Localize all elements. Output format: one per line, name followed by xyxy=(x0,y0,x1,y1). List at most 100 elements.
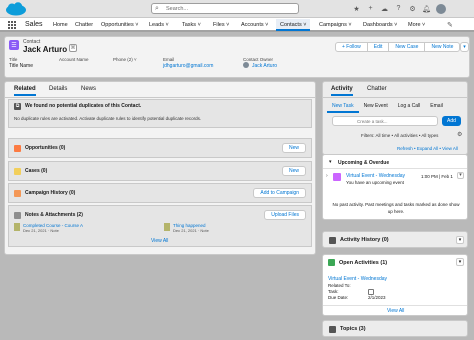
new-event-tab[interactable]: New Event xyxy=(359,101,393,113)
app-navigation: Sales Home Chatter Opportunities ˅ Leads… xyxy=(0,18,474,32)
topics-title[interactable]: Topics (3) xyxy=(340,326,366,332)
salesforce-logo[interactable] xyxy=(5,2,27,16)
field-value-owner[interactable]: Jack Arturo xyxy=(252,63,277,69)
field-label-owner: Contact Owner xyxy=(243,57,274,62)
related-list-campaign-history: Campaign History (0) Add to Campaign xyxy=(8,183,312,203)
task-placeholder: Create a task... xyxy=(357,119,388,124)
new-note-button[interactable]: New Note xyxy=(424,42,461,52)
history-icon xyxy=(329,237,336,244)
help-icon[interactable]: ? xyxy=(394,4,403,13)
related-list-title[interactable]: Notes & Attachments (2) xyxy=(25,212,83,218)
trailhead-icon[interactable]: ☁ xyxy=(380,4,389,13)
add-to-campaign-button[interactable]: Add to Campaign xyxy=(253,188,306,198)
nav-item-tasks[interactable]: Tasks ˅ xyxy=(182,22,201,28)
collapse-chevron-icon[interactable]: ▾ xyxy=(329,159,332,165)
tab-details[interactable]: Details xyxy=(49,86,67,92)
new-case-button[interactable]: New Case xyxy=(388,42,426,52)
history-menu-chevron-icon[interactable]: ▾ xyxy=(456,236,464,244)
search-icon: ⌕ xyxy=(155,5,159,12)
contact-icon: ☰ xyxy=(9,40,19,50)
notes-view-all-link[interactable]: View All xyxy=(151,238,168,244)
divider xyxy=(323,168,467,169)
nav-item-opportunities[interactable]: Opportunities ˅ xyxy=(101,22,138,28)
record-header: ☰ Contact Jack Arturo ⌘ + Follow Edit Ne… xyxy=(4,36,470,78)
open-activities-title[interactable]: Open Activities (1) xyxy=(339,260,387,266)
opportunity-icon xyxy=(14,145,21,152)
expand-chevron-icon[interactable]: › xyxy=(326,173,328,179)
nav-item-more[interactable]: More ˅ xyxy=(408,22,425,28)
new-case-related-button[interactable]: New xyxy=(281,166,306,176)
case-icon xyxy=(14,168,21,175)
related-list-title[interactable]: Campaign History (0) xyxy=(25,190,75,196)
tab-news[interactable]: News xyxy=(81,86,96,92)
favorites-icon[interactable]: ★ xyxy=(352,4,361,13)
nav-item-files[interactable]: Files ˅ xyxy=(213,22,229,28)
nav-item-campaigns[interactable]: Campaigns ˅ xyxy=(319,22,352,28)
global-search-input[interactable]: ⌕ Search... xyxy=(151,3,299,14)
email-tab[interactable]: Email xyxy=(425,101,448,113)
user-avatar[interactable] xyxy=(436,3,446,14)
new-task-tab[interactable]: New Task xyxy=(327,101,359,113)
note-icon xyxy=(14,223,20,231)
create-task-input[interactable]: Create a task... xyxy=(332,116,438,126)
upcoming-overdue-section: ▾ Upcoming & Overdue › Virtual Event - W… xyxy=(322,154,468,220)
event-title-link[interactable]: Virtual Event - Wednesday xyxy=(346,173,405,179)
app-launcher-icon[interactable] xyxy=(8,21,16,29)
notes-icon xyxy=(14,212,21,219)
field-label-account: Account Name xyxy=(59,57,89,62)
related-list-title[interactable]: Opportunities (0) xyxy=(25,145,65,151)
upload-files-button[interactable]: Upload Files xyxy=(264,210,306,220)
campaign-icon xyxy=(14,190,21,197)
activity-tabs: Activity Chatter xyxy=(323,82,467,98)
open-activities-menu-chevron-icon[interactable]: ▾ xyxy=(456,258,464,266)
add-task-button[interactable]: Add xyxy=(442,116,461,126)
due-date-value: 2/1/2023 xyxy=(368,295,386,300)
field-label-title: Title xyxy=(9,57,18,62)
event-icon xyxy=(333,173,341,181)
nav-item-dashboards[interactable]: Dashboards ˅ xyxy=(363,22,397,28)
more-actions-chevron-icon[interactable]: ▾ xyxy=(460,42,469,52)
open-event-link[interactable]: Virtual Event - Wednesday xyxy=(328,276,387,282)
topics-icon xyxy=(329,326,336,333)
tab-activity[interactable]: Activity xyxy=(331,86,353,96)
record-name: Jack Arturo xyxy=(23,45,68,54)
open-activities-card: Open Activities (1) ▾ Virtual Event - We… xyxy=(322,254,468,316)
open-activities-view-all-link[interactable]: View All xyxy=(387,308,404,314)
activity-history-title[interactable]: Activity History (0) xyxy=(340,237,389,243)
duplicate-body: No duplicate rules are activated. Activa… xyxy=(14,116,202,121)
duplicate-icon: ⧉ xyxy=(14,103,21,110)
activity-history-card: Activity History (0) ▾ xyxy=(322,231,468,248)
left-tabs: Related Details News xyxy=(5,82,315,98)
activity-quick-actions: New Task New Event Log a Call Email xyxy=(327,101,448,113)
activity-links[interactable]: Refresh • Expand All • View All xyxy=(397,146,458,151)
nav-item-home[interactable]: Home xyxy=(53,22,68,28)
tab-chatter[interactable]: Chatter xyxy=(367,86,387,92)
event-description: You have an upcoming event xyxy=(346,180,404,185)
nav-item-chatter[interactable]: Chatter xyxy=(75,22,93,28)
field-value-email[interactable]: jdhgarturo@gmail.com xyxy=(163,63,213,69)
duplicate-title: We found no potential duplicates of this… xyxy=(25,103,142,109)
follow-button[interactable]: + Follow xyxy=(335,42,368,52)
related-list-title[interactable]: Cases (0) xyxy=(25,168,47,174)
event-menu-chevron-icon[interactable]: ▾ xyxy=(457,172,464,179)
nav-item-accounts[interactable]: Accounts ˅ xyxy=(241,22,268,28)
edit-button[interactable]: Edit xyxy=(366,42,390,52)
nav-item-contacts[interactable]: Contacts ˅ xyxy=(276,19,311,31)
hierarchy-icon[interactable]: ⌘ xyxy=(69,44,77,52)
filter-gear-icon[interactable]: ⚙ xyxy=(457,131,462,138)
app-name: Sales xyxy=(25,21,43,28)
setup-gear-icon[interactable]: ⚙ xyxy=(408,4,417,13)
tab-related[interactable]: Related xyxy=(14,86,36,96)
topics-card: Topics (3) xyxy=(322,320,468,337)
edit-nav-pencil-icon[interactable]: ✎ xyxy=(447,21,453,29)
note-meta: Dec 21, 2021 · Note xyxy=(173,228,209,233)
related-to-label: Related To: xyxy=(328,283,351,288)
new-opportunity-button[interactable]: New xyxy=(281,143,306,153)
field-label-email: Email xyxy=(163,57,175,62)
global-actions-icon[interactable]: + xyxy=(366,4,375,13)
open-activities-icon xyxy=(328,259,335,266)
field-label-phone[interactable]: Phone (2) ˅ xyxy=(113,57,137,62)
notifications-bell-icon[interactable]: 🔔︎ xyxy=(422,4,431,13)
log-call-tab[interactable]: Log a Call xyxy=(393,101,426,113)
nav-item-leads[interactable]: Leads ˅ xyxy=(149,22,169,28)
